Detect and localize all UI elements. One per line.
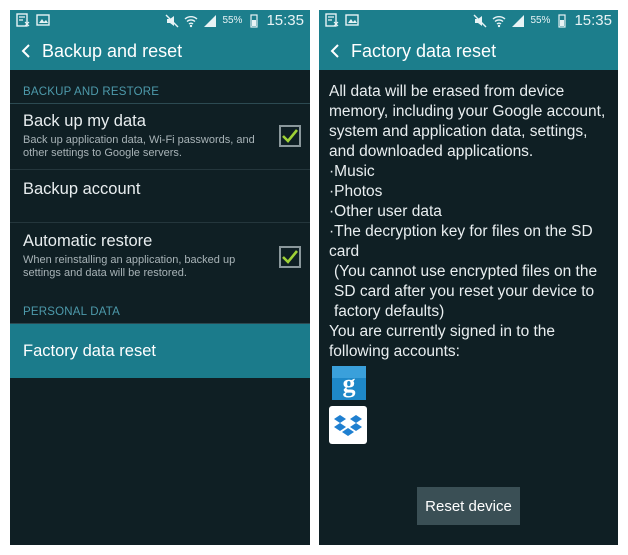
mute-icon xyxy=(165,14,179,27)
backup-my-data-checkbox[interactable] xyxy=(279,125,301,147)
page-title: Backup and reset xyxy=(42,40,183,61)
signal-icon xyxy=(204,14,217,27)
sim-card-icon xyxy=(16,13,30,27)
mute-icon xyxy=(473,14,487,27)
bullet-item: ·Photos xyxy=(329,183,383,200)
status-bar: 55% 15:35 xyxy=(10,10,310,32)
backup-account-title: Backup account xyxy=(23,180,141,198)
gallery-icon xyxy=(36,14,50,26)
sim-card-icon xyxy=(325,13,339,27)
svg-text:g: g xyxy=(343,369,356,398)
back-button[interactable] xyxy=(323,32,347,70)
reset-device-button[interactable]: Reset device xyxy=(417,487,520,525)
battery-percent: 55% xyxy=(222,15,243,26)
battery-icon xyxy=(558,13,567,28)
action-bar: Backup and reset xyxy=(10,32,310,70)
bullet-item: ·Other user data xyxy=(329,203,442,220)
backup-my-data-row[interactable]: Back up my data Back up application data… xyxy=(10,107,310,170)
backup-my-data-title: Back up my data xyxy=(23,112,146,130)
status-bar: 55% 15:35 xyxy=(319,10,618,32)
automatic-restore-subtitle: When reinstalling an application, backed… xyxy=(23,254,236,279)
backup-reset-screen: 55% 15:35 Backup and reset BACKUP AND RE… xyxy=(10,10,310,545)
intro-text: All data will be erased from device memo… xyxy=(329,83,606,160)
automatic-restore-checkbox[interactable] xyxy=(279,246,301,268)
section-header-backup: BACKUP AND RESTORE xyxy=(10,82,310,104)
bullet-item: ·The decryption key for files on the SD … xyxy=(329,223,593,260)
chevron-left-icon xyxy=(330,44,339,58)
wifi-icon xyxy=(184,15,198,27)
google-account-icon: g xyxy=(332,366,366,400)
backup-account-row[interactable]: Backup account xyxy=(10,170,310,223)
back-button[interactable] xyxy=(14,32,38,70)
bullet-item: ·Music xyxy=(329,163,375,180)
wifi-icon xyxy=(492,15,506,27)
action-bar: Factory data reset xyxy=(319,32,618,70)
clock: 15:35 xyxy=(574,12,612,29)
page-title: Factory data reset xyxy=(351,40,497,61)
signal-icon xyxy=(512,14,525,27)
factory-reset-screen: 55% 15:35 Factory data reset All data wi… xyxy=(319,10,618,545)
backup-my-data-subtitle: Back up application data, Wi-Fi password… xyxy=(23,134,255,159)
automatic-restore-row[interactable]: Automatic restore When reinstalling an a… xyxy=(10,223,310,300)
chevron-left-icon xyxy=(21,44,30,58)
accounts-text: You are currently signed in to the follo… xyxy=(329,323,556,360)
automatic-restore-title: Automatic restore xyxy=(23,232,153,250)
factory-data-reset-item[interactable]: Factory data reset xyxy=(10,324,310,378)
gallery-icon xyxy=(345,14,359,26)
battery-icon xyxy=(250,13,259,28)
section-header-personal: PERSONAL DATA xyxy=(10,302,310,324)
battery-percent: 55% xyxy=(530,15,551,26)
checkmark-icon xyxy=(282,250,299,264)
dropbox-account-icon xyxy=(329,406,367,444)
checkmark-icon xyxy=(282,129,299,143)
bullet-note: (You cannot use encrypted files on the S… xyxy=(334,263,598,320)
clock: 15:35 xyxy=(266,12,304,29)
reset-info-text: All data will be erased from device memo… xyxy=(329,82,610,444)
